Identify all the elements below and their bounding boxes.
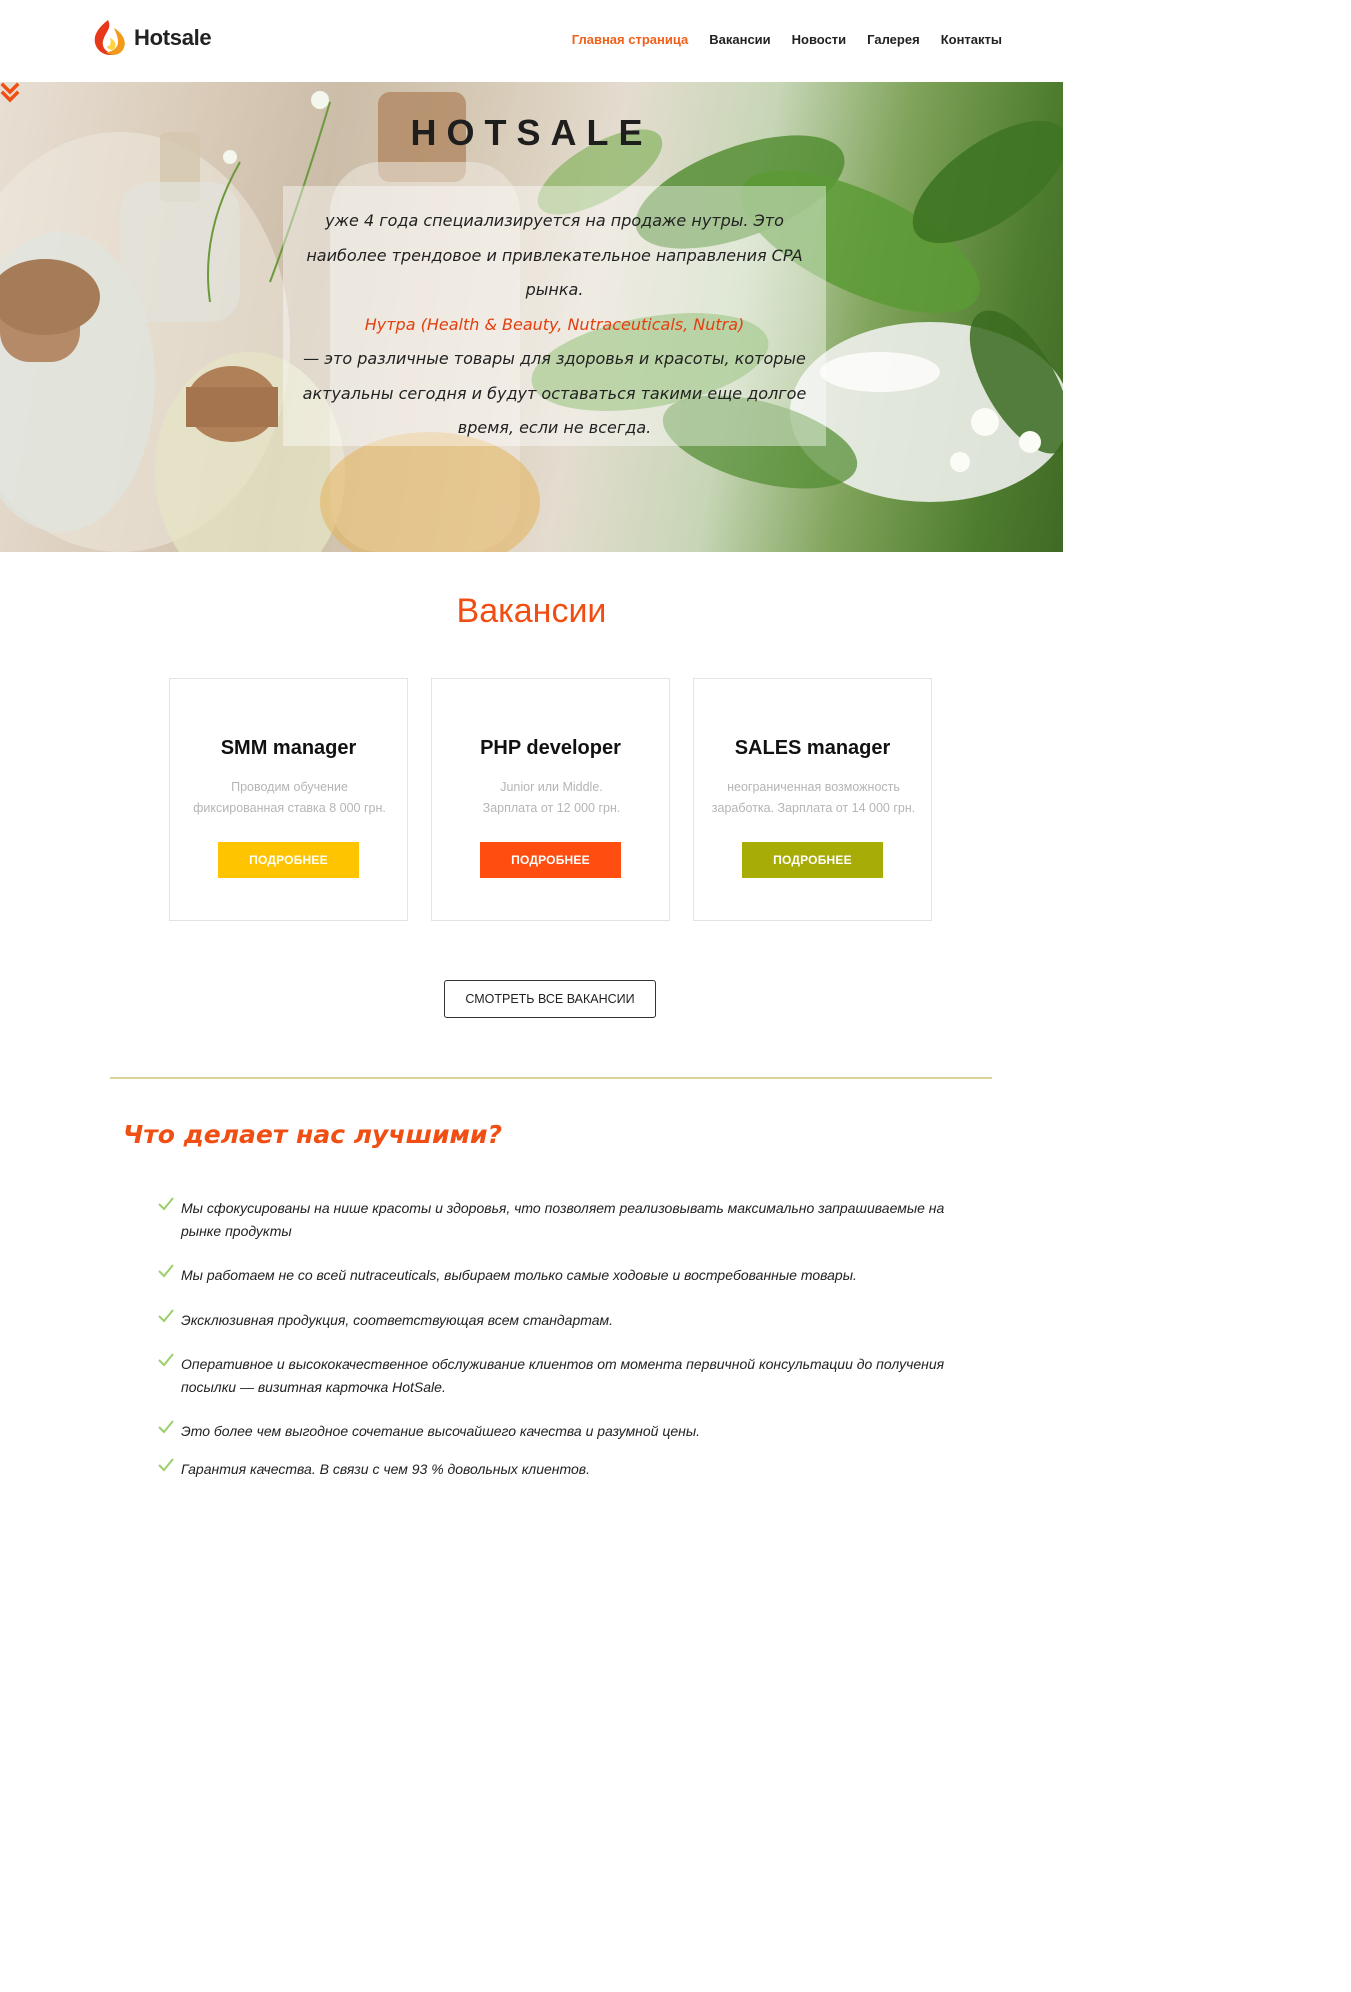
vacancy-card-php: PHP developer Junior или Middle. Зарплат… (431, 678, 670, 921)
check-icon (158, 1458, 174, 1472)
vacancy-title: SALES manager (734, 737, 891, 759)
vacancy-description-line1: Junior или Middle. (500, 780, 603, 794)
flame-logo-icon (94, 20, 125, 56)
vacancy-title: PHP developer (480, 737, 621, 759)
feature-text: Оперативное и высококачественное обслужи… (181, 1356, 945, 1395)
nav-vacancies[interactable]: Вакансии (709, 32, 770, 47)
logo-text: Hotsale (134, 25, 212, 50)
vacancy-card-smm: SMM manager Проводим обучение фиксирован… (169, 678, 408, 921)
check-icon (158, 1197, 174, 1211)
hero-description-intro: уже 4 года специализируется на продаже н… (306, 211, 803, 299)
vacancy-description-line2: заработка. Зарплата от 14 000 грн. (711, 801, 916, 815)
nav-gallery[interactable]: Галерея (867, 32, 920, 47)
vacancy-description-line1: неограниченная возможность (727, 780, 900, 794)
hero-banner: HOTSALE уже 4 года специализируется на п… (0, 82, 1063, 552)
chevron-double-down-icon[interactable] (0, 82, 20, 104)
details-button[interactable]: ПОДРОБНЕЕ (218, 842, 359, 878)
vacancy-description: Проводим обучение фиксированная ставка 8… (180, 777, 399, 819)
hero-description-outro: — это различные товары для здоровья и кр… (302, 349, 807, 437)
hero-title: HOTSALE (410, 112, 653, 153)
nav-home[interactable]: Главная страница (572, 32, 688, 47)
details-button[interactable]: ПОДРОБНЕЕ (480, 842, 621, 878)
feature-text: Эксклюзивная продукция, соответствующая … (181, 1312, 614, 1328)
section-divider (110, 1077, 992, 1079)
vacancy-card-sales: SALES manager неограниченная возможность… (693, 678, 932, 921)
check-icon (158, 1264, 174, 1278)
nav-contacts[interactable]: Контакты (941, 32, 1002, 47)
why-us-title: Что делает нас лучшими? (123, 1120, 503, 1149)
vacancies-title: Вакансии (456, 592, 607, 630)
check-icon (158, 1309, 174, 1323)
logo[interactable]: Hotsale (90, 18, 212, 58)
nav-news[interactable]: Новости (792, 32, 847, 47)
feature-text: Гарантия качества. В связи с чем 93 % до… (181, 1461, 590, 1477)
vacancy-title: SMM manager (220, 737, 357, 759)
vacancy-description-line2: фиксированная ставка 8 000 грн. (193, 801, 386, 815)
vacancy-description: Junior или Middle. Зарплата от 12 000 гр… (442, 777, 661, 819)
main-nav: Главная страница Вакансии Новости Галере… (572, 32, 1002, 47)
check-icon (158, 1420, 174, 1434)
vacancy-description: неограниченная возможность заработка. За… (704, 777, 923, 819)
vacancy-description-line1: Проводим обучение (231, 780, 348, 794)
feature-text: Мы работаем не со всей nutraceuticals, в… (181, 1267, 857, 1283)
hero-description-highlight: Нутра (Health & Beauty, Nutraceuticals, … (364, 314, 745, 334)
feature-text: Мы сфокусированы на нише красоты и здоро… (181, 1200, 945, 1239)
feature-text: Это более чем выгодное сочетание высочай… (181, 1423, 701, 1439)
all-vacancies-button[interactable]: СМОТРЕТЬ ВСЕ ВАКАНСИИ (444, 980, 656, 1018)
check-icon (158, 1353, 174, 1367)
vacancy-description-line2: Зарплата от 12 000 грн. (482, 801, 621, 815)
site-header: Hotsale Главная страница Вакансии Новост… (0, 0, 1063, 82)
hero-description: уже 4 года специализируется на продаже н… (283, 204, 826, 446)
details-button[interactable]: ПОДРОБНЕЕ (742, 842, 883, 878)
